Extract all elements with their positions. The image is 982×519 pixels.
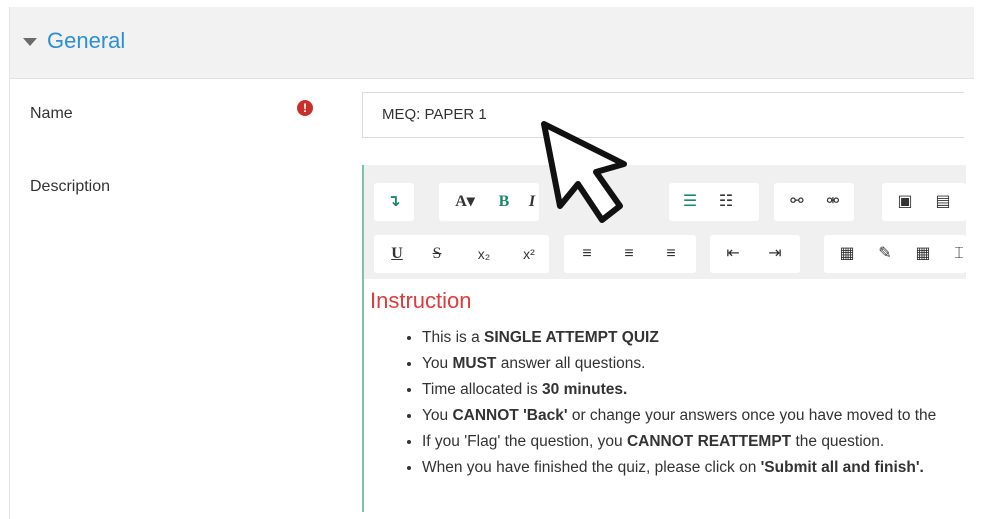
list-item: This is a SINGLE ATTEMPT QUIZ: [422, 325, 936, 351]
section-header[interactable]: General: [10, 7, 974, 79]
editor-toolbar: ↴ A▾ B I ☰ ☷ ⚯ ⚮ ▣ ▤ U S x₂ x² ≡ ≡ ≡ ⇤ ⇥…: [364, 165, 966, 279]
subscript-icon[interactable]: x₂: [469, 235, 499, 273]
unlink-icon[interactable]: ⚮: [818, 183, 848, 221]
toolbar-group-align: ≡ ≡ ≡: [564, 235, 696, 273]
list-item: Time allocated is 30 minutes.: [422, 377, 936, 403]
toolbar-group-collapse: ↴: [374, 183, 414, 221]
table-icon[interactable]: ▦: [908, 235, 938, 273]
special-char-icon[interactable]: ✎: [870, 235, 900, 273]
editor-content[interactable]: Instruction This is a SINGLE ATTEMPT QUI…: [364, 279, 966, 512]
list-item: When you have finished the quiz, please …: [422, 455, 936, 481]
required-icon: !: [297, 100, 313, 116]
name-input[interactable]: MEQ: PAPER 1: [362, 92, 964, 138]
name-label: Name: [30, 105, 73, 122]
link-icon[interactable]: ⚯: [782, 183, 812, 221]
paragraph-style-icon[interactable]: A▾: [443, 183, 487, 221]
strikethrough-icon[interactable]: S: [422, 235, 452, 273]
section-title[interactable]: General: [47, 28, 125, 54]
pointer-cursor-icon: [541, 121, 627, 223]
instruction-list: This is a SINGLE ATTEMPT QUIZ You MUST a…: [422, 325, 936, 481]
toolbar-group-style: A▾ B I: [439, 183, 539, 221]
toolbar-group-insert: ▦ ✎ ▦ ⌶: [824, 235, 966, 273]
description-editor[interactable]: ↴ A▾ B I ☰ ☷ ⚯ ⚮ ▣ ▤ U S x₂ x² ≡ ≡ ≡ ⇤ ⇥…: [362, 165, 966, 512]
clean-html-icon[interactable]: ⌶: [944, 235, 974, 273]
toolbar-group-format: U S x₂ x²: [374, 235, 549, 273]
instruction-heading: Instruction: [370, 288, 472, 313]
image-icon[interactable]: ▣: [890, 183, 920, 221]
outdent-icon[interactable]: ⇤: [718, 235, 748, 273]
indent-icon[interactable]: ⇥: [760, 235, 790, 273]
superscript-icon[interactable]: x²: [514, 235, 544, 273]
list-item: You CANNOT 'Back' or change your answers…: [422, 403, 936, 429]
caret-down-icon[interactable]: [23, 38, 37, 46]
toolbar-group-media: ▣ ▤: [882, 183, 966, 221]
bold-icon[interactable]: B: [489, 183, 519, 221]
ordered-list-icon[interactable]: ☷: [711, 183, 741, 221]
toolbar-group-lists: ☰ ☷: [669, 183, 759, 221]
description-label: Description: [30, 178, 111, 195]
underline-icon[interactable]: U: [382, 235, 412, 273]
media-icon[interactable]: ▤: [928, 183, 958, 221]
list-item: You MUST answer all questions.: [422, 351, 936, 377]
toolbar-group-indent: ⇤ ⇥: [710, 235, 800, 273]
align-left-icon[interactable]: ≡: [572, 235, 602, 273]
toolbar-group-links: ⚯ ⚮: [774, 183, 854, 221]
show-more-icon[interactable]: ↴: [379, 183, 409, 221]
align-center-icon[interactable]: ≡: [614, 235, 644, 273]
unordered-list-icon[interactable]: ☰: [675, 183, 705, 221]
equation-icon[interactable]: ▦: [832, 235, 862, 273]
list-item: If you 'Flag' the question, you CANNOT R…: [422, 429, 936, 455]
align-right-icon[interactable]: ≡: [656, 235, 686, 273]
